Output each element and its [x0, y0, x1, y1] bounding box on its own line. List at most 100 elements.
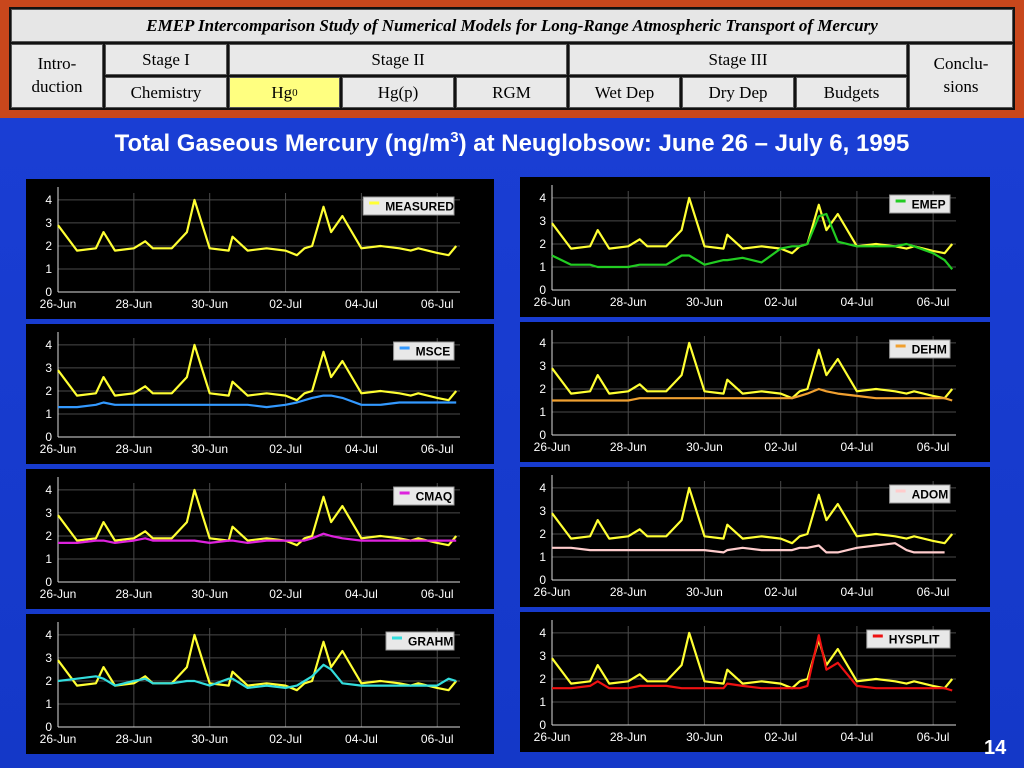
x-tick-label: 26-Jun	[40, 442, 77, 456]
x-tick-label: 02-Jul	[764, 440, 797, 454]
x-tick-label: 30-Jun	[191, 587, 228, 601]
x-tick-label: 02-Jul	[269, 297, 302, 311]
page-number: 14	[984, 737, 1007, 759]
x-tick-label: 30-Jun	[191, 297, 228, 311]
x-tick-label: 26-Jun	[534, 730, 571, 744]
legend-label: MEASURED	[385, 200, 454, 214]
page-title: Total Gaseous Mercury (ng/m3) at Neuglob…	[0, 129, 1024, 158]
nav-stage1[interactable]: Stage I	[105, 44, 227, 75]
x-tick-label: 06-Jul	[421, 442, 454, 456]
y-tick-label: 1	[539, 260, 546, 274]
y-tick-label: 2	[539, 382, 546, 396]
x-tick-label: 26-Jun	[40, 587, 77, 601]
y-tick-label: 4	[45, 338, 52, 352]
legend-label: DEHM	[912, 343, 947, 357]
x-tick-label: 30-Jun	[686, 295, 723, 309]
x-tick-label: 26-Jun	[534, 440, 571, 454]
x-tick-label: 28-Jun	[115, 297, 152, 311]
nav-conclusions[interactable]: Conclu- sions	[909, 44, 1013, 108]
x-tick-label: 04-Jul	[345, 297, 378, 311]
legend-label: GRAHM	[408, 635, 453, 649]
x-tick-label: 30-Jun	[686, 585, 723, 599]
x-tick-label: 28-Jun	[115, 587, 152, 601]
x-tick-label: 26-Jun	[534, 585, 571, 599]
y-tick-label: 2	[539, 672, 546, 686]
x-tick-label: 04-Jul	[841, 295, 874, 309]
x-tick-label: 02-Jul	[269, 732, 302, 746]
x-tick-label: 04-Jul	[841, 730, 874, 744]
title-prefix: Total Gaseous Mercury (ng/m	[114, 130, 451, 157]
x-tick-label: 06-Jul	[917, 440, 950, 454]
nav-drydep[interactable]: Dry Dep	[682, 77, 794, 108]
y-tick-label: 3	[539, 504, 546, 518]
y-tick-label: 4	[45, 483, 52, 497]
x-tick-label: 02-Jul	[764, 730, 797, 744]
nav-chemistry[interactable]: Chemistry	[105, 77, 227, 108]
y-tick-label: 1	[45, 552, 52, 566]
y-tick-label: 1	[539, 405, 546, 419]
nav-stage2[interactable]: Stage II	[229, 44, 567, 75]
legend-label: HYSPLIT	[889, 633, 940, 647]
nav-hg0[interactable]: Hg 0	[229, 77, 340, 108]
nav-budgets[interactable]: Budgets	[796, 77, 907, 108]
y-tick-label: 2	[45, 384, 52, 398]
nav-stage3[interactable]: Stage III	[569, 44, 907, 75]
nav-hgp[interactable]: Hg(p)	[342, 77, 454, 108]
chart-panel-hysplit: 0123426-Jun 28-Jun 30-Jun 02-Jul 04-Jul 06-Ju…	[520, 612, 990, 752]
x-tick-label: 28-Jun	[610, 585, 647, 599]
x-tick-label: 06-Jul	[421, 587, 454, 601]
x-tick-label: 02-Jul	[269, 587, 302, 601]
y-tick-label: 2	[539, 237, 546, 251]
legend-label: MSCE	[416, 345, 451, 359]
x-tick-label: 26-Jun	[534, 295, 571, 309]
y-tick-label: 1	[539, 695, 546, 709]
x-tick-label: 06-Jul	[421, 297, 454, 311]
x-tick-label: 30-Jun	[191, 732, 228, 746]
y-tick-label: 3	[45, 216, 52, 230]
x-tick-label: 30-Jun	[686, 730, 723, 744]
legend-label: EMEP	[912, 198, 946, 212]
nav-frame: EMEP Intercomparison Study of Numerical …	[0, 0, 1024, 118]
chart-panel-dehm: 0123426-Jun 28-Jun 30-Jun 02-Jul 04-Jul 06-Ju…	[520, 322, 990, 462]
y-tick-label: 3	[539, 359, 546, 373]
legend-label: ADOM	[912, 488, 949, 502]
y-tick-label: 4	[539, 336, 546, 350]
y-tick-label: 4	[45, 193, 52, 207]
x-tick-label: 26-Jun	[40, 732, 77, 746]
nav-wetdep[interactable]: Wet Dep	[569, 77, 680, 108]
y-tick-label: 1	[45, 697, 52, 711]
x-tick-label: 06-Jul	[917, 295, 950, 309]
x-tick-label: 04-Jul	[841, 440, 874, 454]
y-tick-label: 4	[45, 628, 52, 642]
y-tick-label: 2	[45, 529, 52, 543]
y-tick-label: 1	[45, 407, 52, 421]
chart-panel-grahm: 0123426-Jun 28-Jun 30-Jun 02-Jul 04-Jul 06-Ju…	[26, 614, 494, 754]
y-tick-label: 2	[45, 674, 52, 688]
nav-intro[interactable]: Intro- duction	[11, 44, 103, 108]
x-tick-label: 28-Jun	[610, 440, 647, 454]
x-tick-label: 02-Jul	[764, 585, 797, 599]
x-tick-label: 04-Jul	[345, 442, 378, 456]
x-tick-label: 28-Jun	[115, 732, 152, 746]
y-tick-label: 3	[45, 651, 52, 665]
x-tick-label: 30-Jun	[686, 440, 723, 454]
y-tick-label: 4	[539, 481, 546, 495]
title-sup: 3	[450, 129, 459, 146]
y-tick-label: 3	[539, 214, 546, 228]
title-suffix: ) at Neuglobsow: June 26 – July 6, 1995	[458, 130, 910, 157]
chart-panel-adom: 0123426-Jun 28-Jun 30-Jun 02-Jul 04-Jul 06-Ju…	[520, 467, 990, 607]
chart-panel-msce: 0123426-Jun 28-Jun 30-Jun 02-Jul 04-Jul 06-Ju…	[26, 324, 494, 464]
y-tick-label: 2	[539, 527, 546, 541]
x-tick-label: 28-Jun	[610, 730, 647, 744]
x-tick-label: 04-Jul	[345, 587, 378, 601]
y-tick-label: 1	[45, 262, 52, 276]
x-tick-label: 06-Jul	[917, 585, 950, 599]
y-tick-label: 4	[539, 626, 546, 640]
y-tick-label: 3	[539, 649, 546, 663]
nav-rgm[interactable]: RGM	[456, 77, 567, 108]
nav-hg0-sup: 0	[292, 86, 298, 99]
x-tick-label: 04-Jul	[841, 585, 874, 599]
y-tick-label: 3	[45, 506, 52, 520]
y-tick-label: 1	[539, 550, 546, 564]
x-tick-label: 26-Jun	[40, 297, 77, 311]
